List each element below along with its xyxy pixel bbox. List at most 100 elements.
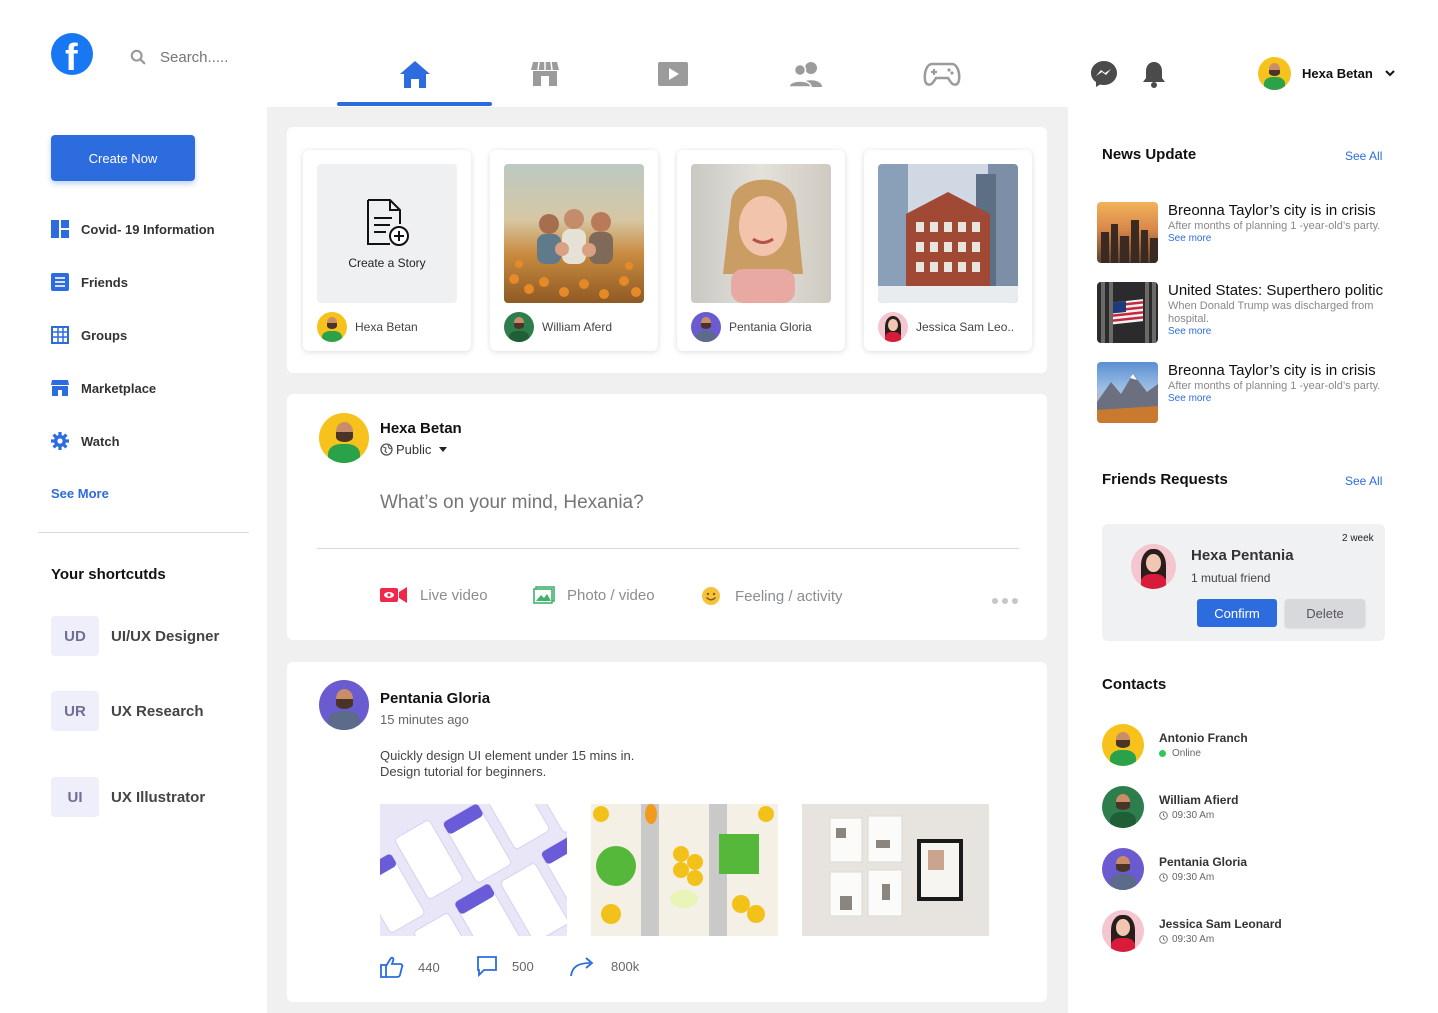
like-count: 440: [418, 959, 440, 975]
avatar: [1102, 724, 1144, 766]
sidebar-item-marketplace[interactable]: Marketplace: [51, 378, 156, 398]
post-image-honey-poster[interactable]: [591, 804, 778, 936]
story-author: Pentania Gloria: [729, 320, 812, 334]
nav-groups[interactable]: [786, 56, 826, 92]
nav-gaming[interactable]: [922, 56, 962, 92]
sidebar-item-friends[interactable]: Friends: [51, 272, 128, 292]
news-image-flag-building: [1097, 282, 1158, 343]
story-card[interactable]: Jessica Sam Leo..: [864, 150, 1032, 351]
share-arrow-icon: [570, 957, 594, 977]
live-video-button[interactable]: Live video: [380, 586, 488, 604]
shortcut-badge: UI: [51, 777, 99, 817]
avatar: [691, 312, 721, 342]
confirm-button[interactable]: Confirm: [1197, 599, 1277, 627]
news-see-more-link[interactable]: See more: [1168, 326, 1408, 338]
news-headline: United States: Superthero politic: [1168, 282, 1384, 299]
feeling-activity-button[interactable]: Feeling / activity: [701, 586, 843, 606]
home-icon: [400, 61, 430, 88]
facebook-logo[interactable]: f: [51, 33, 93, 79]
story-author: Jessica Sam Leo..: [916, 320, 1015, 334]
contact-name: Jessica Sam Leonard: [1159, 917, 1282, 931]
photo-video-button[interactable]: Photo / video: [533, 586, 655, 604]
shortcut-item[interactable]: UI UX Illustrator: [51, 777, 205, 817]
friend-requests-title: Friends Requests: [1102, 471, 1228, 488]
see-more-link[interactable]: See More: [51, 486, 109, 501]
post-image-ui-kit[interactable]: [380, 804, 567, 936]
shortcut-label: UI/UX Designer: [111, 627, 220, 645]
grid-icon: [51, 220, 69, 238]
post-text-line: Design tutorial for beginners.: [380, 764, 547, 779]
more-options-button[interactable]: [991, 592, 1019, 610]
shortcut-label: UX Research: [111, 702, 204, 720]
post-text: Quickly design UI element under 15 mins …: [380, 748, 634, 780]
post-image-stationery[interactable]: [802, 804, 989, 936]
sidebar-item-label: Covid- 19 Information: [81, 221, 215, 237]
nav-marketplace[interactable]: [527, 56, 563, 92]
composer-card: Hexa Betan Public Live video Photo / vid…: [287, 394, 1047, 640]
action-label: Live video: [420, 586, 488, 604]
chevron-down-icon: [1385, 70, 1395, 77]
sidebar-item-watch[interactable]: Watch: [51, 431, 120, 451]
news-item[interactable]: United States: Superthero politic When D…: [1097, 282, 1408, 343]
contact-item[interactable]: Antonio Franch Online: [1102, 724, 1248, 766]
sidebar-item-label: Groups: [81, 327, 128, 343]
comment-button[interactable]: 500: [476, 955, 534, 977]
news-description: When Donald Trump was discharged from ho…: [1168, 300, 1374, 325]
composer-divider: [317, 548, 1019, 549]
privacy-label: Public: [396, 442, 432, 457]
contact-name: William Afierd: [1159, 793, 1239, 807]
news-item[interactable]: Breonna Taylor’s city is in crisis After…: [1097, 362, 1408, 423]
contact-item[interactable]: William Afierd 09:30 Am: [1102, 786, 1238, 828]
shortcut-item[interactable]: UD UI/UX Designer: [51, 616, 219, 656]
nav-watch[interactable]: [655, 56, 691, 92]
search-bar[interactable]: [130, 46, 260, 68]
create-story-card[interactable]: Create a Story Hexa Betan: [303, 150, 471, 351]
news-see-all-link[interactable]: See All: [1345, 149, 1382, 163]
add-file-icon: [367, 198, 409, 246]
messenger-button[interactable]: [1089, 59, 1119, 94]
sidebar-item-label: Marketplace: [81, 380, 157, 396]
more-dots-icon: [992, 598, 1018, 604]
table-icon: [51, 326, 69, 344]
story-image-city: [878, 164, 1018, 303]
contacts-title: Contacts: [1102, 676, 1167, 693]
avatar: [1102, 910, 1144, 952]
like-button[interactable]: 440: [380, 955, 440, 979]
sidebar-item-covid[interactable]: Covid- 19 Information: [51, 219, 215, 239]
sidebar-item-label: Watch: [81, 433, 120, 449]
create-now-button[interactable]: Create Now: [51, 135, 195, 181]
contact-item[interactable]: Pentania Gloria 09:30 Am: [1102, 848, 1247, 890]
privacy-selector[interactable]: Public: [380, 442, 448, 457]
contact-name: Antonio Franch: [1159, 731, 1248, 745]
store-icon: [531, 61, 559, 86]
shortcuts-title: Your shortcutds: [51, 566, 166, 583]
news-item[interactable]: Breonna Taylor’s city is in crisis After…: [1097, 202, 1408, 263]
news-see-more-link[interactable]: See more: [1168, 233, 1408, 245]
bell-icon: [1143, 62, 1165, 88]
account-menu[interactable]: Hexa Betan: [1258, 57, 1395, 90]
comment-count: 500: [512, 958, 534, 974]
people-icon: [788, 62, 822, 88]
requester-name[interactable]: Hexa Pentania: [1191, 547, 1294, 564]
caret-down-icon: [439, 447, 448, 452]
contact-status: 09:30 Am: [1172, 934, 1215, 945]
post-author[interactable]: Pentania Gloria: [380, 690, 490, 707]
post-time: 15 minutes ago: [380, 712, 469, 727]
smiley-icon: [702, 587, 720, 605]
news-see-more-link[interactable]: See more: [1168, 393, 1408, 405]
shortcut-item[interactable]: UR UX Research: [51, 691, 204, 731]
requests-see-all-link[interactable]: See All: [1345, 474, 1382, 488]
story-card[interactable]: William Aferd: [490, 150, 658, 351]
search-input[interactable]: [160, 48, 260, 66]
action-label: Feeling / activity: [735, 587, 843, 605]
share-button[interactable]: 800k: [569, 955, 639, 977]
avatar: [1258, 57, 1291, 90]
post-input[interactable]: [380, 490, 980, 516]
sidebar-item-groups[interactable]: Groups: [51, 325, 127, 345]
delete-button[interactable]: Delete: [1285, 599, 1365, 627]
nav-home[interactable]: [397, 56, 433, 92]
story-card[interactable]: Pentania Gloria: [677, 150, 845, 351]
notifications-button[interactable]: [1141, 60, 1167, 93]
messenger-icon: [1091, 61, 1117, 87]
contact-item[interactable]: Jessica Sam Leonard 09:30 Am: [1102, 910, 1282, 952]
